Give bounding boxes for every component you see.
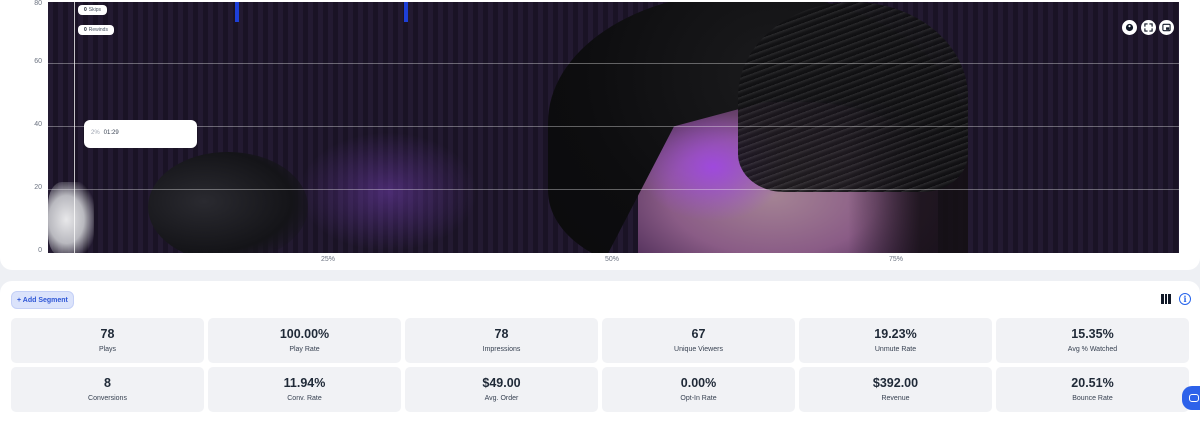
skips-label: Skips bbox=[88, 7, 102, 13]
rewinds-pill: 0 Rewinds bbox=[78, 25, 114, 35]
purple-light bbox=[298, 132, 478, 252]
heatmap-marker bbox=[235, 2, 239, 22]
info-icon[interactable]: i bbox=[1179, 293, 1191, 305]
stat-label: Plays bbox=[98, 346, 117, 353]
gridline bbox=[48, 126, 1179, 127]
chat-support-button[interactable] bbox=[1182, 386, 1200, 410]
stat-label: Bounce Rate bbox=[1072, 395, 1113, 402]
stat-label: Avg % Watched bbox=[1067, 346, 1118, 353]
palette-icon[interactable] bbox=[1122, 20, 1137, 35]
tooltip-percent: 2% bbox=[91, 130, 100, 136]
stat-value: 78 bbox=[100, 327, 115, 341]
microphone-shape bbox=[148, 152, 308, 253]
gridline bbox=[48, 189, 1179, 190]
fullscreen-icon[interactable] bbox=[1141, 20, 1156, 35]
stats-panel: + Add Segment i 78 Plays 100.00% Play Rate… bbox=[0, 281, 1200, 423]
x-tick: 50% bbox=[604, 256, 619, 263]
stat-label: Conv. Rate bbox=[287, 395, 322, 402]
y-tick: 80 bbox=[34, 0, 42, 7]
retention-chart-panel: 80 60 40 20 0 0 Skips 0 Rewinds 2% 01:29 25… bbox=[0, 0, 1200, 270]
lamp-light bbox=[48, 182, 94, 253]
rewinds-label: Rewinds bbox=[88, 27, 108, 33]
heatmap-marker bbox=[404, 2, 408, 22]
y-tick: 0 bbox=[38, 247, 42, 254]
gridline bbox=[48, 63, 1179, 64]
stat-value: $49.00 bbox=[482, 376, 521, 390]
chart-tooltip: 2% 01:29 bbox=[84, 120, 197, 148]
x-tick: 75% bbox=[888, 256, 903, 263]
stat-card-plays: 78 Plays bbox=[11, 318, 204, 363]
stat-card-conversions: 8 Conversions bbox=[11, 367, 204, 412]
y-tick: 40 bbox=[34, 121, 42, 128]
stat-value: 67 bbox=[691, 327, 706, 341]
stat-card-play-rate: 100.00% Play Rate bbox=[208, 318, 401, 363]
stat-value: 0.00% bbox=[680, 376, 717, 390]
stat-value: 19.23% bbox=[874, 327, 917, 341]
stat-label: Avg. Order bbox=[484, 395, 519, 402]
stat-card-opt-in-rate: 0.00% Opt-In Rate bbox=[602, 367, 795, 412]
stat-label: Play Rate bbox=[289, 346, 320, 353]
stat-value: 11.94% bbox=[283, 376, 326, 390]
stat-card-revenue: $392.00 Revenue bbox=[799, 367, 992, 412]
stat-label: Conversions bbox=[88, 395, 127, 402]
x-tick: 25% bbox=[320, 256, 335, 263]
stat-card-unique-viewers: 67 Unique Viewers bbox=[602, 318, 795, 363]
video-frame[interactable] bbox=[48, 2, 1179, 253]
add-segment-button[interactable]: + Add Segment bbox=[11, 291, 74, 309]
stat-label: Revenue bbox=[881, 395, 910, 402]
chat-bubble-icon bbox=[1189, 394, 1199, 402]
hover-cursor-line bbox=[74, 2, 75, 253]
stat-label: Unique Viewers bbox=[674, 346, 723, 353]
stat-card-impressions: 78 Impressions bbox=[405, 318, 598, 363]
hair-strands bbox=[738, 2, 968, 192]
stat-card-conv-rate: 11.94% Conv. Rate bbox=[208, 367, 401, 412]
skips-count: 0 bbox=[84, 7, 87, 13]
y-tick: 20 bbox=[34, 184, 42, 191]
stat-card-bounce-rate: 20.51% Bounce Rate bbox=[996, 367, 1189, 412]
stat-label: Impressions bbox=[482, 346, 521, 353]
stat-label: Unmute Rate bbox=[874, 346, 917, 353]
y-tick: 60 bbox=[34, 58, 42, 65]
stat-value: 100.00% bbox=[279, 327, 330, 341]
rewinds-count: 0 bbox=[84, 27, 87, 33]
stat-card-avg-watched: 15.35% Avg % Watched bbox=[996, 318, 1189, 363]
stat-value: 8 bbox=[104, 376, 111, 390]
stat-value: 78 bbox=[494, 327, 509, 341]
columns-icon[interactable] bbox=[1161, 294, 1172, 304]
stat-label: Opt-In Rate bbox=[680, 395, 717, 402]
skips-pill: 0 Skips bbox=[78, 5, 108, 15]
stats-grid: 78 Plays 100.00% Play Rate 78 Impressions 6… bbox=[11, 318, 1190, 412]
picture-in-picture-icon[interactable] bbox=[1159, 20, 1174, 35]
stat-card-avg-order: $49.00 Avg. Order bbox=[405, 367, 598, 412]
stat-value: 20.51% bbox=[1071, 376, 1114, 390]
stat-value: $392.00 bbox=[872, 376, 919, 390]
tooltip-time: 01:29 bbox=[103, 130, 119, 136]
stat-card-unmute-rate: 19.23% Unmute Rate bbox=[799, 318, 992, 363]
stat-value: 15.35% bbox=[1071, 327, 1114, 341]
